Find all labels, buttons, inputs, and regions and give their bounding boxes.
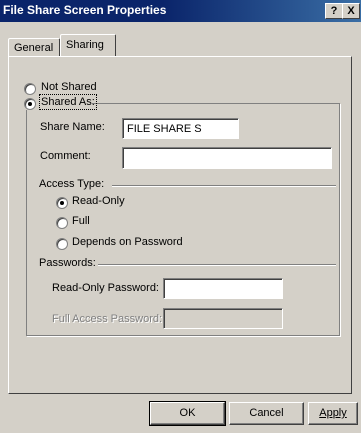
read-only-password-label: Read-Only Password:: [52, 282, 159, 294]
comment-label: Comment:: [40, 150, 91, 162]
apply-button-label: Apply: [319, 407, 347, 419]
depends-on-password-radio[interactable]: [56, 238, 68, 250]
access-type-label: Access Type:: [39, 178, 105, 190]
share-name-input[interactable]: FILE SHARE S: [122, 118, 239, 139]
full-access-password-input[interactable]: [163, 308, 283, 329]
comment-input[interactable]: [122, 147, 332, 169]
access-type-divider: [112, 185, 336, 187]
not-shared-radio[interactable]: [24, 83, 36, 95]
apply-button[interactable]: Apply: [308, 402, 358, 425]
read-only-radio[interactable]: [56, 197, 68, 209]
cancel-button[interactable]: Cancel: [229, 402, 304, 425]
ok-button[interactable]: OK: [149, 401, 226, 426]
full-access-password-label: Full Access Password:: [52, 313, 163, 325]
not-shared-label[interactable]: Not Shared: [41, 81, 97, 93]
shared-as-radio[interactable]: [24, 98, 36, 110]
tab-sharing[interactable]: Sharing: [60, 34, 116, 56]
depends-on-password-label[interactable]: Depends on Password: [72, 236, 183, 248]
passwords-divider: [98, 264, 336, 266]
tab-sharing-label: Sharing: [66, 39, 104, 51]
read-only-label[interactable]: Read-Only: [72, 195, 125, 207]
full-radio[interactable]: [56, 217, 68, 229]
read-only-password-input[interactable]: [163, 278, 283, 299]
share-name-label: Share Name:: [40, 121, 105, 133]
shared-as-label[interactable]: Shared As:: [39, 94, 97, 110]
full-label[interactable]: Full: [72, 215, 90, 227]
passwords-label: Passwords:: [39, 257, 96, 269]
